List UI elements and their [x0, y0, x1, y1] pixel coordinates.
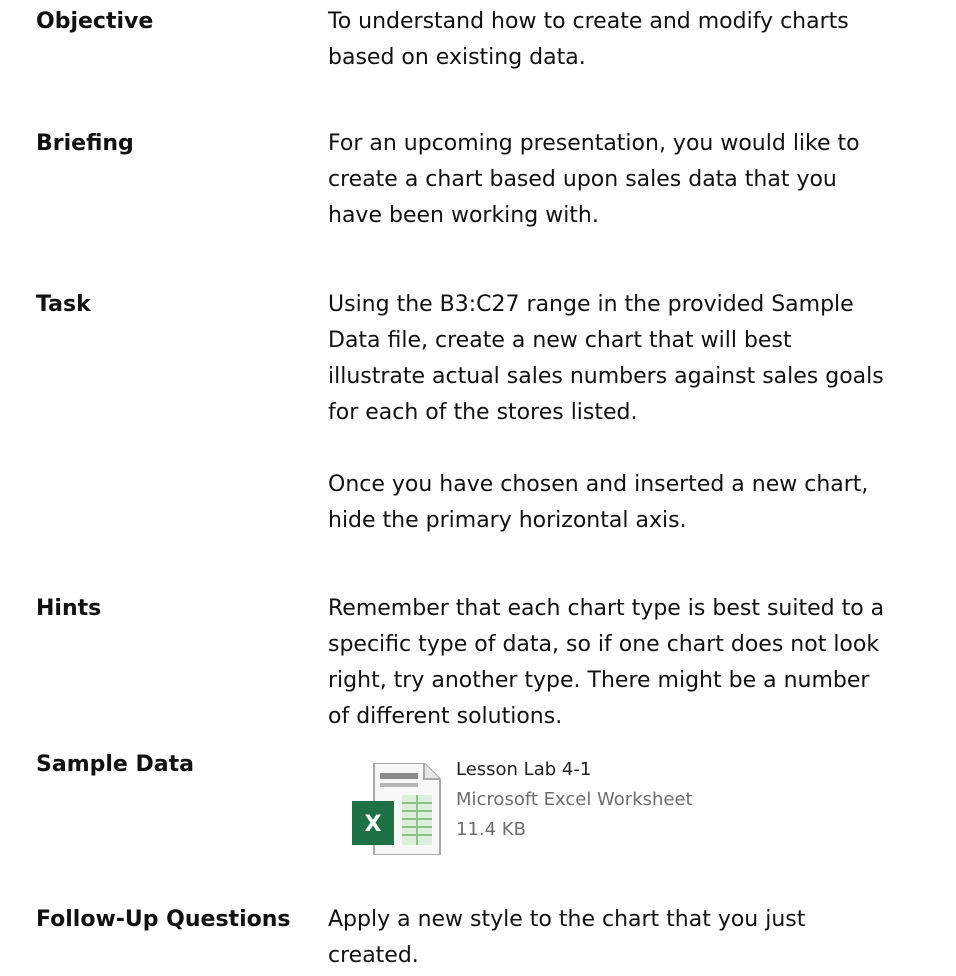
file-meta: Lesson Lab 4-1 Microsoft Excel Worksheet…	[456, 755, 693, 845]
hints-text: Remember that each chart type is best su…	[328, 591, 888, 735]
sample-data-label: Sample Data	[36, 752, 194, 777]
follow-up-paragraph: Apply a new style to the chart that you …	[328, 907, 806, 968]
excel-file-icon: X	[352, 763, 441, 855]
briefing-text: For an upcoming presentation, you would …	[328, 126, 888, 234]
objective-label: Objective	[36, 9, 154, 34]
file-type: Microsoft Excel Worksheet	[456, 789, 693, 810]
file-size: 11.4 KB	[456, 819, 526, 840]
briefing-label: Briefing	[36, 131, 134, 156]
svg-text:X: X	[365, 812, 382, 837]
file-name: Lesson Lab 4-1	[456, 759, 592, 780]
briefing-paragraph: For an upcoming presentation, you would …	[328, 131, 860, 228]
task-text: Using the B3:C27 range in the provided S…	[328, 287, 888, 539]
hints-label: Hints	[36, 596, 102, 621]
follow-up-label: Follow-Up Questions	[36, 907, 291, 932]
objective-paragraph: To understand how to create and modify c…	[328, 9, 849, 70]
task-paragraph-2: Once you have chosen and inserted a new …	[328, 472, 869, 533]
objective-text: To understand how to create and modify c…	[328, 4, 888, 76]
task-label: Task	[36, 292, 91, 317]
hints-paragraph: Remember that each chart type is best su…	[328, 596, 885, 729]
follow-up-text: Apply a new style to the chart that you …	[328, 902, 888, 974]
task-paragraph-1: Using the B3:C27 range in the provided S…	[328, 292, 884, 425]
sample-data-file[interactable]: X Lesson Lab 4-1 Microsoft Excel Workshe…	[352, 755, 792, 855]
